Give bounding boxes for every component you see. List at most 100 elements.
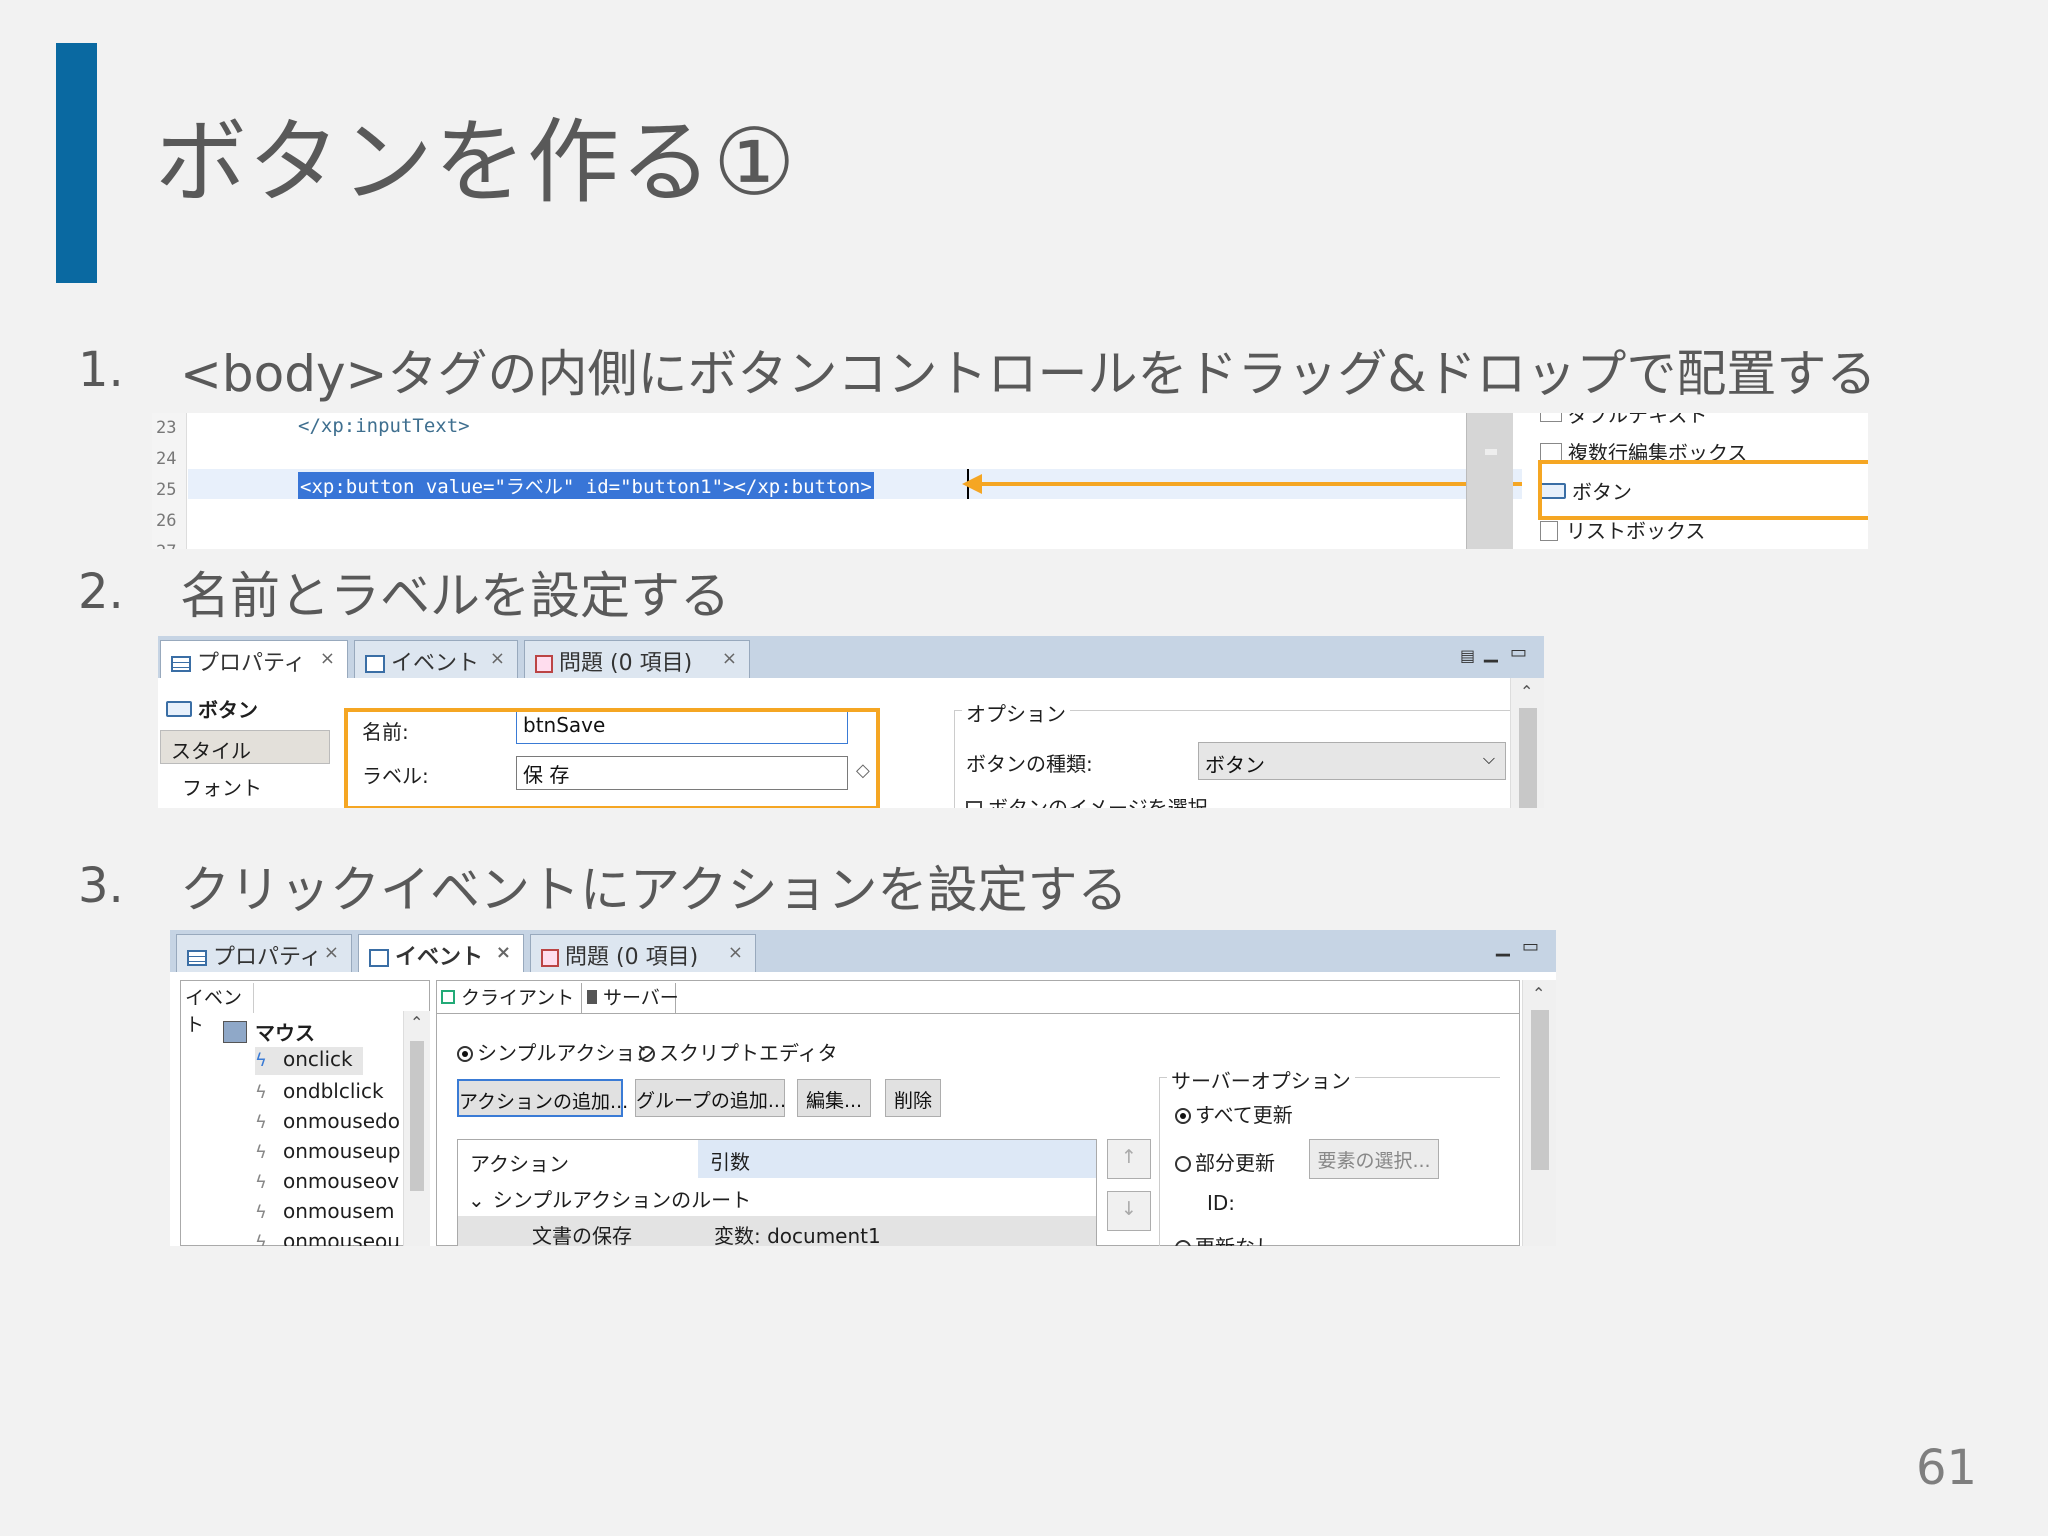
line-number: 24 <box>156 449 177 469</box>
close-icon[interactable]: × <box>496 942 511 963</box>
lightning-icon: ϟ <box>255 1112 267 1133</box>
close-icon[interactable]: × <box>320 648 335 669</box>
edit-button[interactable]: 編集... <box>797 1079 871 1117</box>
table-row-selected[interactable]: 文書の保存 変数: document1 <box>458 1216 1096 1246</box>
tab-properties[interactable]: プロパティ × <box>160 640 348 678</box>
tab-events[interactable]: イベント × <box>354 640 518 678</box>
radio-partial-update[interactable]: 部分更新 <box>1175 1147 1275 1176</box>
lightning-icon: ϟ <box>255 1082 267 1103</box>
events-panel-scrollbar[interactable]: ⌃ <box>1522 980 1556 1246</box>
properties-side-list: ボタン スタイル フォント <box>160 694 330 808</box>
side-item-button[interactable]: ボタン <box>166 694 330 726</box>
problems-icon <box>535 655 553 673</box>
radio-full-update[interactable]: すべて更新 <box>1175 1099 1293 1128</box>
add-action-button[interactable]: アクションの追加... <box>457 1079 628 1117</box>
window-icon <box>365 655 385 673</box>
event-onmouseout[interactable]: ϟ onmouseou <box>255 1229 405 1246</box>
side-item-style[interactable]: スタイル <box>160 730 330 764</box>
slide-title: ボタンを作る① <box>155 109 797 216</box>
radio-no-update[interactable]: 更新なし <box>1175 1231 1275 1246</box>
events-header: イベント <box>185 983 254 1036</box>
lightning-icon: ϟ <box>255 1232 267 1246</box>
chevron-down-icon: ⌵ <box>1482 749 1495 768</box>
tree-row-root[interactable]: ⌄ シンプルアクションのルート <box>468 1184 751 1213</box>
scroll-up-icon[interactable]: ⌃ <box>410 1013 423 1032</box>
maximize-icon[interactable]: ▭ <box>1510 642 1527 663</box>
event-onclick-selected[interactable]: ϟ onclick <box>255 1047 363 1075</box>
events-tree-scrollbar[interactable]: ⌃ <box>403 1011 430 1246</box>
close-icon[interactable]: × <box>324 942 339 963</box>
lightning-icon: ϟ <box>255 1172 267 1193</box>
action-panel: クライアント サーバー シンプルアクション スクリプトエディタ アクションの追加… <box>436 980 1520 1246</box>
table-icon <box>171 656 191 672</box>
lightning-icon: ϟ <box>255 1202 267 1223</box>
side-item-font[interactable]: フォント <box>182 772 262 802</box>
tab-problems[interactable]: 問題 (0 項目) × <box>530 934 756 972</box>
lightning-icon: ϟ <box>255 1142 267 1163</box>
step-3-number: 3. <box>78 858 124 914</box>
step-3-text: クリックイベントにアクションを設定する <box>180 861 1128 919</box>
tab-events[interactable]: イベント × <box>358 934 524 972</box>
event-onmousedown[interactable]: ϟ onmousedo <box>255 1109 405 1133</box>
server-options-title: サーバーオプション <box>1167 1065 1355 1094</box>
event-ondblclick[interactable]: ϟ ondblclick <box>255 1079 384 1103</box>
move-up-button[interactable]: ↑ <box>1107 1139 1151 1179</box>
lightning-icon: ϟ <box>255 1050 267 1071</box>
code-line-25-selected[interactable]: <xp:button value="ラベル" id="button1"></xp… <box>298 472 874 499</box>
view-menu-icon[interactable]: ▤ <box>1460 646 1475 665</box>
page-number: 61 <box>1916 1440 1978 1496</box>
minimize-icon[interactable]: ▁ <box>1484 642 1498 663</box>
table-header-row: アクション 引数 <box>458 1140 1096 1178</box>
event-onmousemove[interactable]: ϟ onmousem <box>255 1199 405 1223</box>
line-number: 27 <box>156 537 186 549</box>
line-number: 23 <box>156 418 177 438</box>
title-accent-bar <box>56 43 97 283</box>
event-onmouseup[interactable]: ϟ onmouseup <box>255 1139 405 1163</box>
name-label-highlight-box <box>344 708 880 808</box>
event-onmouseover[interactable]: ϟ onmouseov <box>255 1169 405 1193</box>
row-action: 文書の保存 <box>532 1224 632 1246</box>
client-icon <box>441 990 455 1004</box>
actions-table: アクション 引数 ⌄ シンプルアクションのルート 文書の保存 変数: docume… <box>457 1139 1097 1246</box>
delete-button[interactable]: 削除 <box>885 1079 941 1117</box>
column-header-action[interactable]: アクション <box>470 1148 569 1177</box>
close-icon[interactable]: × <box>728 942 743 963</box>
properties-screenshot: プロパティ × イベント × 問題 (0 項目) × ▤ ▁ ▭ ボタン スタイル フ… <box>158 636 1544 808</box>
view-tab-bar: プロパティ × イベント × 問題 (0 項目) × ▁ ▭ <box>170 930 1556 972</box>
code-editor-screenshot: 23 24 25 26 27 </xp:inputText> <xp:butto… <box>152 413 1868 549</box>
close-icon[interactable]: × <box>490 648 505 669</box>
tab-server[interactable]: サーバー <box>587 983 679 1013</box>
tree-node-mouse[interactable]: マウス <box>223 1017 315 1046</box>
scroll-up-icon[interactable]: ⌃ <box>1520 682 1533 701</box>
close-icon[interactable]: × <box>722 648 737 669</box>
step-1-number: 1. <box>78 342 124 398</box>
move-down-button[interactable]: ↓ <box>1107 1191 1151 1231</box>
properties-scrollbar[interactable]: ⌃ <box>1510 678 1544 808</box>
window-icon <box>369 949 389 967</box>
palette-item[interactable]: ダブルテキスト <box>1540 413 1707 428</box>
mouse-icon <box>223 1021 247 1043</box>
radio-script-editor[interactable]: スクリプトエディタ <box>639 1037 838 1066</box>
editor-scrollbar[interactable] <box>1466 413 1513 549</box>
select-element-button[interactable]: 要素の選択... <box>1309 1139 1439 1179</box>
problems-icon <box>541 949 559 967</box>
image-checkbox[interactable]: ボタンのイメージを選択 <box>966 792 1208 808</box>
scroll-up-icon[interactable]: ⌃ <box>1532 984 1545 1003</box>
id-label: ID: <box>1207 1191 1236 1215</box>
line-number: 26 <box>156 511 177 531</box>
table-icon <box>187 950 207 966</box>
column-header-args[interactable]: 引数 <box>710 1146 750 1175</box>
tab-properties[interactable]: プロパティ × <box>176 934 352 972</box>
tab-problems[interactable]: 問題 (0 項目) × <box>524 640 750 678</box>
options-title: オプション <box>962 698 1070 727</box>
maximize-icon[interactable]: ▭ <box>1522 936 1539 957</box>
button-type-select[interactable]: ボタン ⌵ <box>1198 742 1506 780</box>
minimize-icon[interactable]: ▁ <box>1496 936 1510 957</box>
line-number-gutter: 23 24 25 26 27 <box>152 413 187 549</box>
tab-client[interactable]: クライアント <box>441 983 582 1013</box>
step-2-text: 名前とラベルを設定する <box>180 567 730 625</box>
button-highlight-box <box>1538 460 1868 520</box>
add-group-button[interactable]: グループの追加... <box>635 1079 786 1117</box>
step-2-number: 2. <box>78 564 124 620</box>
radio-simple-action[interactable]: シンプルアクション <box>457 1037 655 1066</box>
